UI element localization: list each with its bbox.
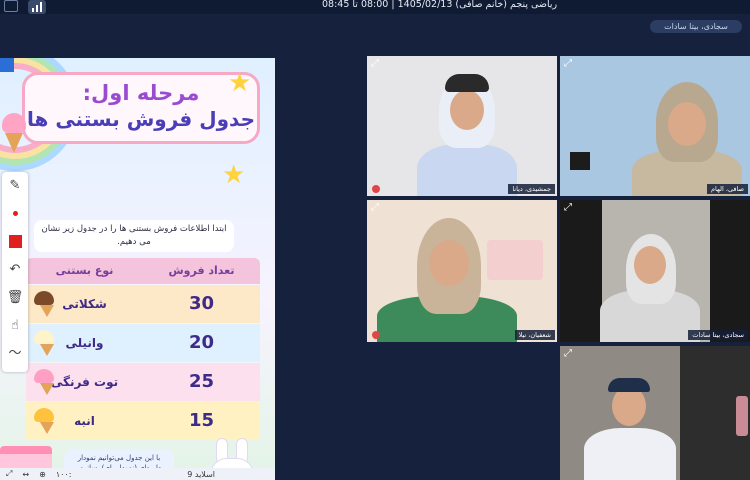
count-cell: 15 [188,410,215,431]
slide-number: اسلاید 9 [187,469,215,479]
expand-icon[interactable]: ⤢ [564,349,572,359]
flavor-cell: وانیلی [65,336,104,350]
slide-nav-bar: ⤢ ↔ ⊕ ۱۰۰: اسلاید 9 [0,468,275,480]
line-icon[interactable]: 〜 [2,340,28,368]
slide-bottom-note: با این جدول می‌توانیم نمودار دایره‌ای (ن… [64,450,174,468]
window-icon[interactable] [4,0,18,12]
current-user-chip[interactable]: سجادی، بیتا سادات [650,20,742,33]
participant-name: شعفیان، نیلا [514,330,555,340]
zoom-level: ۱۰۰: [55,469,72,479]
ice-cream-shop-illustration [0,446,52,468]
participant-tile[interactable]: ⤢ جمشیدی، دیانا [367,56,557,196]
participant-name: صافی، الهام [707,184,748,194]
slide-title-box: مرحله اول: جدول فروش بستنی ها [22,72,260,144]
pointer-icon[interactable]: ☝ [2,312,28,340]
table-row: 25 توت فرنگی [26,363,260,401]
slide-menu-button[interactable] [0,58,14,72]
delete-icon[interactable]: 🗑 [2,284,28,312]
stats-icon[interactable] [28,0,46,14]
participant-name: سجادی، بیتا سادات [688,330,748,340]
bunny-illustration [206,438,258,468]
table-row: 30 شکلاتی [26,285,260,323]
pen-icon[interactable]: ✎ [2,172,28,200]
ice-cream-icon [2,113,26,153]
count-cell: 20 [188,332,215,353]
count-cell: 30 [188,293,215,314]
mango-ice-cream-icon [32,408,54,434]
header-count: تعداد فروش [168,264,235,277]
star-icon: ★ [228,68,252,98]
expand-icon[interactable]: ⤢ [564,59,572,69]
expand-icon[interactable]: ⤢ [371,203,379,213]
mic-off-icon [372,331,380,339]
vanilla-ice-cream-icon [32,330,54,356]
presentation-slide: مرحله اول: جدول فروش بستنی ها ★ ★ ابتدا … [0,58,275,468]
participant-name: جمشیدی، دیانا [508,184,555,194]
arrows-icon[interactable]: ↔ [22,470,29,479]
slide-title-line2: جدول فروش بستنی ها [26,107,255,131]
flavor-cell: انبه [74,414,95,428]
color-dot-icon[interactable] [2,200,28,228]
fit-screen-icon[interactable]: ⤢ [6,469,12,479]
table-header: تعداد فروش نوع بستنی [26,258,260,284]
expand-icon[interactable]: ⤢ [564,203,572,213]
table-row: 15 انبه [26,402,260,440]
mic-off-icon [372,185,380,193]
participant-tile[interactable]: ⤢ [560,346,750,480]
table-row: 20 وانیلی [26,324,260,362]
participant-tile[interactable]: ⤢ شعفیان، نیلا [367,200,557,342]
undo-icon[interactable]: ↶ [2,256,28,284]
participant-tile[interactable]: ⤢ سجادی، بیتا سادات [560,200,750,342]
class-title: ریاضی پنجم (خانم صافی) 1405/02/13 | 08:0… [322,0,558,10]
slide-intro-text: ابتدا اطلاعات فروش بستنی ها را در جدول ز… [34,220,234,252]
strawberry-ice-cream-icon [32,369,54,395]
star-icon: ★ [222,160,246,190]
top-bar: ریاضی پنجم (خانم صافی) 1405/02/13 | 08:0… [0,0,750,14]
phone-object [570,152,590,170]
chocolate-ice-cream-icon [32,291,54,317]
count-cell: 25 [188,371,215,392]
flavor-cell: شکلاتی [62,297,107,311]
drawing-toolbar: ✎ ↶ 🗑 ☝ 〜 [2,172,28,372]
flavor-cell: توت فرنگی [50,375,119,389]
expand-icon[interactable]: ⤢ [371,59,379,69]
sales-table: تعداد فروش نوع بستنی 30 شکلاتی 20 وانیلی… [26,258,260,440]
header-type: نوع بستنی [55,264,114,277]
participant-tile[interactable]: ⤢ صافی، الهام [560,56,750,196]
fill-color-icon[interactable] [2,228,28,256]
slide-title-line1: مرحله اول: [82,81,200,105]
zoom-in-icon[interactable]: ⊕ [39,470,46,479]
